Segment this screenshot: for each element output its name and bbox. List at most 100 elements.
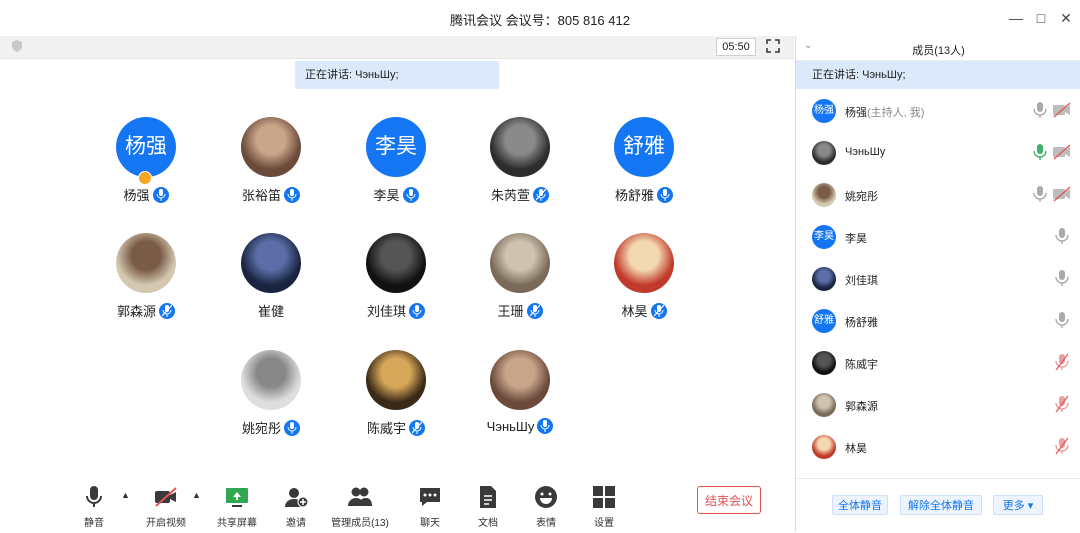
participant-tile[interactable]: 陈威宇 [336, 350, 456, 460]
mic-muted-icon[interactable] [1054, 437, 1070, 455]
participant-tile[interactable]: 崔健 [211, 233, 331, 343]
participant-name: 朱芮萱 [460, 185, 580, 204]
mute-button[interactable]: 静音 [64, 484, 124, 530]
participant-tile[interactable]: 李昊 李昊 [336, 117, 456, 227]
member-row[interactable]: 舒雅 杨舒雅 [796, 300, 1080, 342]
mic-icon[interactable] [1032, 143, 1048, 161]
emoji-button[interactable]: 表情 [516, 484, 576, 530]
member-avatar [812, 267, 836, 291]
participant-name-label: ЧэньШу [486, 419, 535, 434]
mic-muted-icon [650, 303, 667, 319]
member-avatar [812, 435, 836, 459]
member-avatar [812, 393, 836, 417]
member-name-label: ЧэньШу [845, 146, 886, 158]
member-name-label: 杨舒雅 [845, 317, 878, 329]
participant-name: ЧэньШу [460, 418, 580, 434]
panel-speaking-indicator: 正在讲话: ЧэньШу; [796, 61, 1080, 89]
member-row[interactable]: 陈威宇 [796, 342, 1080, 384]
camera-off-icon[interactable] [1052, 102, 1072, 118]
camera-off-icon[interactable] [1052, 144, 1072, 160]
avatar: 舒雅 [614, 117, 674, 177]
member-name: ЧэньШу [845, 146, 885, 158]
more-button[interactable]: 更多 ▾ [993, 495, 1043, 515]
participant-tile[interactable]: 姚宛彤 [211, 350, 331, 460]
member-name: 李昊 [845, 230, 867, 246]
mic-icon[interactable] [1032, 101, 1048, 119]
member-row[interactable]: 林昊 [796, 426, 1080, 468]
emoji-icon [535, 486, 557, 508]
member-name-label: 刘佳琪 [845, 275, 878, 287]
participant-name: 张裕笛 [211, 185, 331, 204]
participant-tile[interactable]: 杨强 杨强 [86, 117, 206, 227]
participant-name-label: 姚宛彤 [241, 421, 281, 436]
participant-tile[interactable]: 王珊 [460, 233, 580, 343]
members-panel-footer: 全体静音 解除全体静音 更多 ▾ [796, 478, 1080, 533]
mic-icon[interactable] [1054, 311, 1070, 329]
participant-tile[interactable]: 郭森源 [86, 233, 206, 343]
member-row[interactable]: 李昊 李昊 [796, 216, 1080, 258]
share-screen-button[interactable]: 共享屏幕 [207, 484, 267, 530]
mic-muted-icon[interactable] [1054, 353, 1070, 371]
maximize-icon[interactable]: □ [1031, 8, 1051, 28]
participant-name-label: 刘佳琪 [366, 304, 406, 319]
member-row[interactable]: ЧэньШу [796, 132, 1080, 174]
avatar [366, 233, 426, 293]
camera-off-icon [155, 487, 177, 507]
member-name: 杨舒雅 [845, 314, 878, 330]
participant-tile[interactable]: 刘佳琪 [336, 233, 456, 343]
manage-members-button[interactable]: 管理成员(13) [330, 484, 390, 530]
mic-muted-icon [533, 187, 549, 203]
mic-muted-icon [159, 303, 175, 319]
member-row[interactable]: 刘佳琪 [796, 258, 1080, 300]
mic-icon[interactable] [1032, 185, 1048, 203]
close-icon[interactable]: ✕ [1056, 8, 1076, 28]
participant-name: 崔健 [211, 301, 331, 320]
participant-tile[interactable]: 林昊 [584, 233, 704, 343]
shield-icon[interactable] [10, 39, 24, 53]
meeting-stage: 05:50 正在讲话: ЧэньШу; 杨强 杨强 张裕笛 李昊 李昊 朱芮萱 舒雅 杨舒雅郭… [0, 36, 794, 532]
member-name-label: 郭森源 [845, 401, 878, 413]
mic-icon[interactable] [1054, 227, 1070, 245]
chat-button[interactable]: 聊天 [400, 484, 460, 530]
mic-options-caret-icon[interactable]: ▲ [121, 490, 131, 500]
settings-button[interactable]: 设置 [574, 484, 634, 530]
participant-tile[interactable]: 舒雅 杨舒雅 [584, 117, 704, 227]
participant-name: 王珊 [460, 301, 580, 320]
member-name-label: 姚宛彤 [845, 191, 878, 203]
member-avatar: 李昊 [812, 225, 836, 249]
unmute-all-button[interactable]: 解除全体静音 [900, 495, 982, 515]
participant-tile[interactable]: 朱芮萱 [460, 117, 580, 227]
title-bar: 腾讯会议 会议号：805 816 412 — □ ✕ [0, 0, 1080, 37]
member-name: 林昊 [845, 440, 867, 456]
meeting-toolbar: 静音 ▲ 开启视频 ▲ 共享屏幕 邀请 管理成员(13) 聊天 文档 表情 设置 [0, 476, 794, 532]
member-row[interactable]: 杨强 杨强(主持人, 我) [796, 90, 1080, 132]
participant-name-label: 李昊 [373, 188, 400, 203]
invite-button[interactable]: 邀请 [266, 484, 326, 530]
mic-muted-icon[interactable] [1054, 395, 1070, 413]
microphone-icon [86, 486, 102, 507]
participant-name: 杨强 [86, 185, 206, 204]
avatar [490, 117, 550, 177]
documents-button[interactable]: 文档 [458, 484, 518, 530]
avatar [241, 233, 301, 293]
document-icon [480, 486, 496, 508]
participant-tile[interactable]: 张裕笛 [211, 117, 331, 227]
member-row[interactable]: 姚宛彤 [796, 174, 1080, 216]
video-options-caret-icon[interactable]: ▲ [192, 490, 202, 500]
participant-name-label: 杨强 [123, 188, 150, 203]
mic-icon[interactable] [1054, 269, 1070, 287]
mic-icon [402, 187, 419, 203]
mute-all-button[interactable]: 全体静音 [832, 495, 888, 515]
member-row[interactable]: 郭森源 [796, 384, 1080, 426]
participant-tile[interactable]: ЧэньШу [460, 350, 580, 460]
member-avatar: 舒雅 [812, 309, 836, 333]
camera-off-icon[interactable] [1052, 186, 1072, 202]
end-meeting-button[interactable]: 结束会议 [697, 486, 761, 514]
fullscreen-icon[interactable] [765, 38, 781, 54]
mic-muted-icon [526, 303, 543, 319]
members-panel: ⌄ 成员(13人) 正在讲话: ЧэньШу; 杨强 杨强(主持人, 我) Чэнь… [795, 36, 1080, 532]
participant-name: 李昊 [336, 185, 456, 204]
minimize-icon[interactable]: — [1006, 8, 1026, 28]
start-video-button[interactable]: 开启视频 [136, 484, 196, 530]
mic-icon [657, 187, 673, 203]
